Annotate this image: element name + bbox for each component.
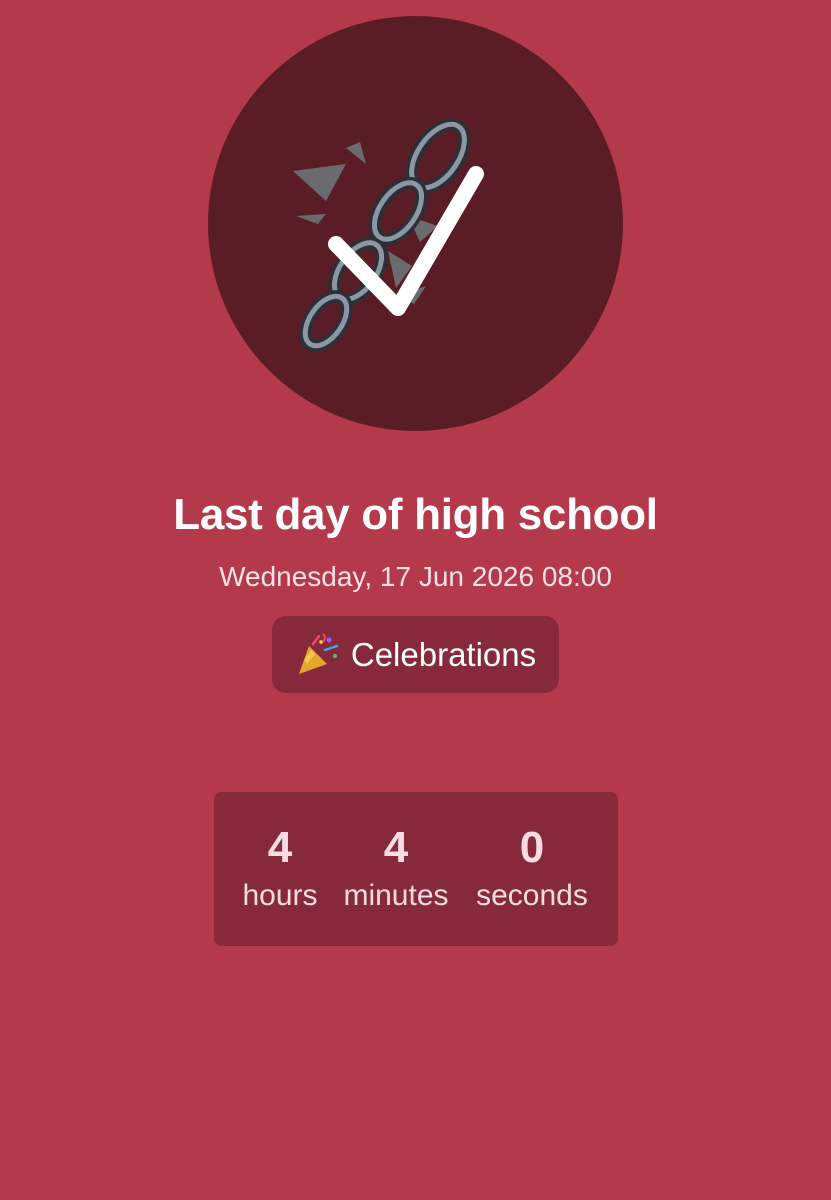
party-popper-icon: [298, 632, 339, 674]
seconds-label: seconds: [476, 879, 588, 912]
category-label: Celebrations: [350, 635, 537, 673]
countdown-minutes: 4 minutes: [336, 822, 456, 916]
countdown-hours: 4 hours: [236, 822, 324, 916]
broken-chain-checkmark-icon: [293, 118, 484, 351]
countdown-panel: 4 hours 4 minutes 0 seconds: [214, 792, 618, 946]
category-chip[interactable]: Celebrations: [272, 616, 559, 693]
seconds-value: 0: [519, 823, 545, 872]
event-date: Wednesday, 17 Jun 2026 08:00: [219, 561, 612, 592]
countdown-seconds: 0 seconds: [468, 822, 596, 916]
event-icon-circle: [208, 16, 623, 431]
minutes-label: minutes: [343, 879, 449, 912]
event-title: Last day of high school: [173, 490, 658, 539]
hours-label: hours: [242, 879, 318, 912]
minutes-value: 4: [383, 823, 409, 872]
hours-value: 4: [267, 823, 293, 872]
